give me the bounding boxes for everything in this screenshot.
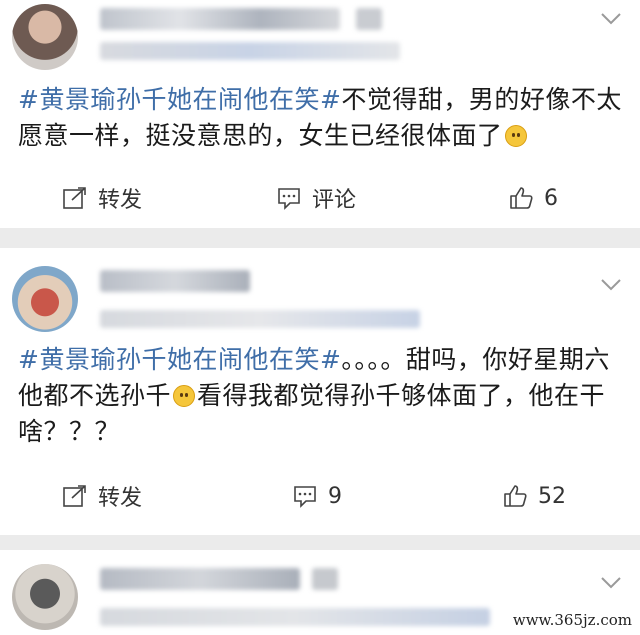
watermark: www.365jz.com: [512, 611, 632, 629]
hashtag-link[interactable]: #黄景瑜孙千她在闹他在笑#: [18, 85, 341, 114]
like-button[interactable]: 52: [502, 471, 566, 521]
emoji-icon: [504, 125, 527, 147]
emoji-icon: [173, 385, 196, 407]
weibo-comment-feed: #黄景瑜孙千她在闹他在笑#不觉得甜，男的好像不太愿意一样，挺没意思的，女生已经很…: [0, 0, 640, 635]
repost-button[interactable]: 转发: [62, 173, 142, 223]
timestamp-redacted: [100, 608, 490, 626]
chevron-down-icon[interactable]: [600, 576, 622, 590]
avatar[interactable]: [12, 266, 78, 332]
like-icon: [504, 485, 527, 507]
chevron-down-icon[interactable]: [600, 278, 622, 292]
like-icon: [510, 187, 533, 209]
comment-count: 9: [328, 483, 342, 509]
comment-icon: [294, 486, 316, 508]
repost-button[interactable]: 转发: [62, 471, 142, 521]
repost-icon: [63, 485, 86, 507]
comment-button[interactable]: 9: [292, 471, 342, 521]
post-card: #黄景瑜孙千她在闹他在笑#不觉得甜，男的好像不太愿意一样，挺没意思的，女生已经很…: [0, 0, 640, 228]
username-redacted[interactable]: [100, 270, 250, 292]
like-count: 52: [538, 483, 566, 509]
repost-icon: [63, 187, 86, 209]
repost-label: 转发: [98, 188, 143, 213]
comment-icon: [278, 188, 300, 210]
repost-label: 转发: [98, 486, 143, 511]
badge-redacted: [356, 8, 382, 30]
post-card: #黄景瑜孙千她在闹他在笑#。。。。甜吗，你好星期六他都不选孙千 看得我都觉得孙千够…: [0, 248, 640, 535]
post-text: #黄景瑜孙千她在闹他在笑#。。。。甜吗，你好星期六他都不选孙千 看得我都觉得孙千够…: [18, 342, 624, 450]
comment-label: 评论: [312, 188, 357, 213]
badge-redacted: [312, 568, 338, 590]
like-button[interactable]: 6: [508, 173, 558, 223]
timestamp-redacted: [100, 310, 420, 328]
action-bar: 转发 9 52: [0, 471, 640, 521]
avatar[interactable]: [12, 4, 78, 70]
post-text: #黄景瑜孙千她在闹他在笑#不觉得甜，男的好像不太愿意一样，挺没意思的，女生已经很…: [18, 82, 624, 154]
like-count: 6: [544, 185, 558, 211]
chevron-down-icon[interactable]: [600, 12, 622, 26]
action-bar: 转发 评论 6: [0, 173, 640, 223]
username-redacted[interactable]: [100, 8, 340, 30]
comment-button[interactable]: 评论: [276, 173, 356, 223]
username-redacted[interactable]: [100, 568, 300, 590]
avatar[interactable]: [12, 564, 78, 630]
timestamp-redacted: [100, 42, 400, 60]
hashtag-link[interactable]: #黄景瑜孙千她在闹他在笑#: [18, 345, 341, 374]
